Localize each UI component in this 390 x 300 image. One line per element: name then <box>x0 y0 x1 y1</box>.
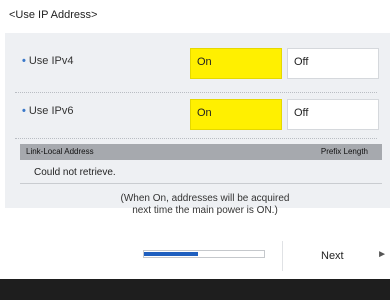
bullet-icon: • <box>22 55 26 67</box>
link-local-address-header: Link-Local Address <box>26 147 94 156</box>
ipv6-label: Use IPv6 <box>28 105 74 117</box>
ipv4-row-label: • Use IPv4 <box>22 55 74 67</box>
table-bottom-border <box>20 183 382 184</box>
next-button[interactable]: Next ► <box>282 241 390 271</box>
address-table-header: Link-Local Address Prefix Length <box>20 144 382 160</box>
ipv4-on-button[interactable]: On <box>190 48 282 79</box>
row-divider <box>15 92 377 93</box>
ipv6-off-button[interactable]: Off <box>287 99 379 130</box>
prefix-length-header: Prefix Length <box>320 147 368 156</box>
ipv4-label: Use IPv4 <box>28 55 74 67</box>
screen-title: <Use IP Address> <box>9 9 98 21</box>
bottom-bar <box>0 279 390 300</box>
next-label: Next <box>321 250 344 262</box>
info-note: (When On, addresses will be acquired nex… <box>95 193 315 217</box>
bullet-icon: • <box>22 105 26 117</box>
link-local-address-value: Could not retrieve. <box>34 167 116 178</box>
arrow-right-icon: ► <box>377 249 387 260</box>
ipv4-off-button[interactable]: Off <box>287 48 379 79</box>
note-line-2: next time the main power is ON.) <box>132 205 278 216</box>
note-line-1: (When On, addresses will be acquired <box>120 193 290 204</box>
progress-fill <box>144 252 198 256</box>
ipv6-on-button[interactable]: On <box>190 99 282 130</box>
progress-bar <box>143 250 265 258</box>
ipv6-row-label: • Use IPv6 <box>22 105 74 117</box>
row-divider <box>15 138 377 139</box>
